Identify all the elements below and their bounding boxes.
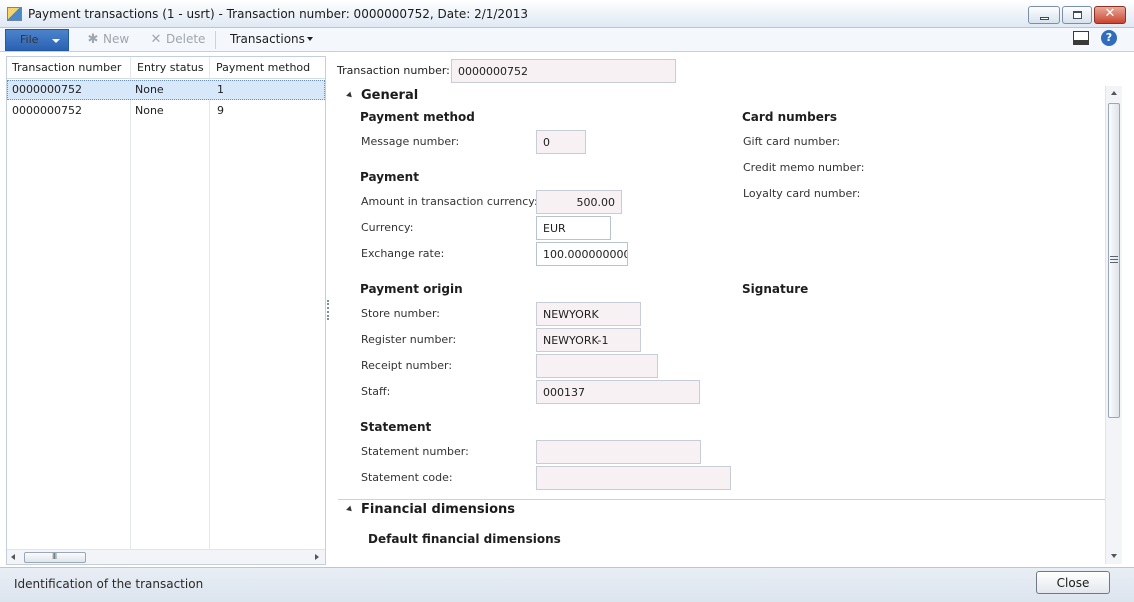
group-signature: Signature: [742, 282, 809, 296]
table-row[interactable]: 0000000752 None 1: [7, 80, 325, 100]
close-icon: ✕: [1104, 6, 1116, 21]
fasttab-financial-dimensions-title: Financial dimensions: [361, 502, 516, 517]
delete-label: Delete: [166, 32, 206, 46]
help-icon[interactable]: ?: [1101, 30, 1117, 46]
pane-splitter[interactable]: [327, 300, 331, 320]
scroll-thumb[interactable]: [1108, 103, 1120, 418]
fasttab-general[interactable]: General: [332, 86, 1106, 108]
exchange-rate-field[interactable]: 100.0000000000000: [536, 242, 628, 266]
minimize-button[interactable]: [1028, 6, 1060, 24]
fasttab-general-title: General: [361, 88, 419, 103]
receipt-number-field[interactable]: [536, 354, 658, 378]
statement-code-field[interactable]: [536, 466, 731, 490]
currency-field[interactable]: EUR: [536, 216, 611, 240]
transactions-label: Transactions: [230, 32, 305, 46]
dropdown-caret-icon: [306, 37, 313, 41]
minimize-icon: [1040, 17, 1049, 20]
group-default-financial-dimensions: Default financial dimensions: [368, 532, 561, 546]
cell-entry-status: None: [135, 83, 164, 96]
store-number-label: Store number:: [361, 307, 441, 320]
message-number-label: Message number:: [361, 135, 460, 148]
transactions-grid: Transaction number Entry status Payment …: [6, 56, 326, 565]
maximize-button[interactable]: [1062, 6, 1092, 24]
window-title: Payment transactions (1 - usrt) - Transa…: [28, 7, 528, 21]
transactions-menu-button[interactable]: Transactions: [230, 32, 313, 46]
register-number-field[interactable]: NEWYORK-1: [536, 328, 641, 352]
scroll-grip-icon: [1110, 256, 1118, 263]
column-divider: [130, 57, 131, 549]
exchange-rate-label: Exchange rate:: [361, 247, 445, 260]
new-button[interactable]: ✱ New: [86, 32, 130, 47]
detail-pane: Transaction number: 0000000752 General P…: [332, 56, 1132, 565]
horizontal-scrollbar[interactable]: III: [7, 549, 325, 564]
group-payment-origin: Payment origin: [360, 282, 463, 296]
scroll-thumb[interactable]: III: [24, 552, 86, 563]
collapse-icon: [346, 91, 354, 100]
toolbar-divider: [215, 31, 216, 49]
file-menu-button[interactable]: File: [5, 29, 69, 51]
new-icon: ✱: [87, 32, 99, 47]
delete-icon: ✕: [150, 32, 162, 47]
receipt-number-label: Receipt number:: [361, 359, 453, 372]
app-icon: [7, 7, 22, 21]
column-header-entry-status[interactable]: Entry status: [137, 61, 204, 74]
group-payment-method: Payment method: [360, 110, 475, 124]
grid-header: Transaction number Entry status Payment …: [7, 57, 325, 79]
close-button[interactable]: Close: [1036, 571, 1110, 594]
group-card-numbers: Card numbers: [742, 110, 837, 124]
statement-code-label: Statement code:: [361, 471, 453, 484]
statement-number-field[interactable]: [536, 440, 701, 464]
scroll-down-icon[interactable]: [1111, 554, 1117, 558]
collapse-icon: [346, 505, 354, 514]
status-bar: Identification of the transaction Close: [0, 567, 1134, 602]
file-menu-label: File: [20, 33, 39, 46]
gift-card-number-label: Gift card number:: [743, 135, 841, 148]
column-divider: [209, 57, 210, 549]
status-text: Identification of the transaction: [14, 577, 204, 591]
column-header-transaction-number[interactable]: Transaction number: [12, 61, 121, 74]
statement-number-label: Statement number:: [361, 445, 469, 458]
group-statement: Statement: [360, 420, 432, 434]
vertical-scrollbar[interactable]: [1105, 86, 1122, 564]
action-pane: File ✱ New ✕ Delete Transactions: [0, 28, 1134, 52]
new-label: New: [103, 32, 130, 46]
scroll-grip: III: [52, 552, 57, 561]
delete-button[interactable]: ✕ Delete: [149, 32, 206, 47]
cell-transaction-number: 0000000752: [12, 104, 82, 117]
transaction-number-label: Transaction number:: [337, 64, 450, 77]
amount-field[interactable]: 500.00: [536, 190, 622, 214]
layout-icon[interactable]: [1073, 31, 1089, 45]
loyalty-card-number-label: Loyalty card number:: [743, 187, 861, 200]
store-number-field[interactable]: NEWYORK: [536, 302, 641, 326]
cell-payment-method: 1: [217, 83, 224, 96]
title-bar: Payment transactions (1 - usrt) - Transa…: [0, 0, 1134, 28]
scroll-right-icon[interactable]: [315, 554, 319, 560]
message-number-field[interactable]: 0: [536, 130, 586, 154]
fasttab-financial-dimensions[interactable]: Financial dimensions: [332, 500, 1106, 522]
group-payment: Payment: [360, 170, 419, 184]
chevron-down-icon: [52, 39, 60, 43]
transaction-number-field[interactable]: 0000000752: [451, 59, 676, 83]
scroll-up-icon[interactable]: [1111, 91, 1117, 95]
credit-memo-number-label: Credit memo number:: [743, 161, 865, 174]
cell-transaction-number: 0000000752: [12, 83, 82, 96]
cell-payment-method: 9: [217, 104, 224, 117]
scroll-left-icon[interactable]: [11, 554, 15, 560]
staff-field[interactable]: 000137: [536, 380, 700, 404]
maximize-icon: [1073, 11, 1082, 19]
currency-label: Currency:: [361, 221, 414, 234]
register-number-label: Register number:: [361, 333, 457, 346]
amount-label: Amount in transaction currency:: [361, 195, 538, 208]
staff-label: Staff:: [361, 385, 391, 398]
cell-entry-status: None: [135, 104, 164, 117]
table-row[interactable]: 0000000752 None 9: [7, 101, 325, 121]
column-header-payment-method[interactable]: Payment method: [216, 61, 310, 74]
window-close-button[interactable]: ✕: [1094, 6, 1126, 24]
